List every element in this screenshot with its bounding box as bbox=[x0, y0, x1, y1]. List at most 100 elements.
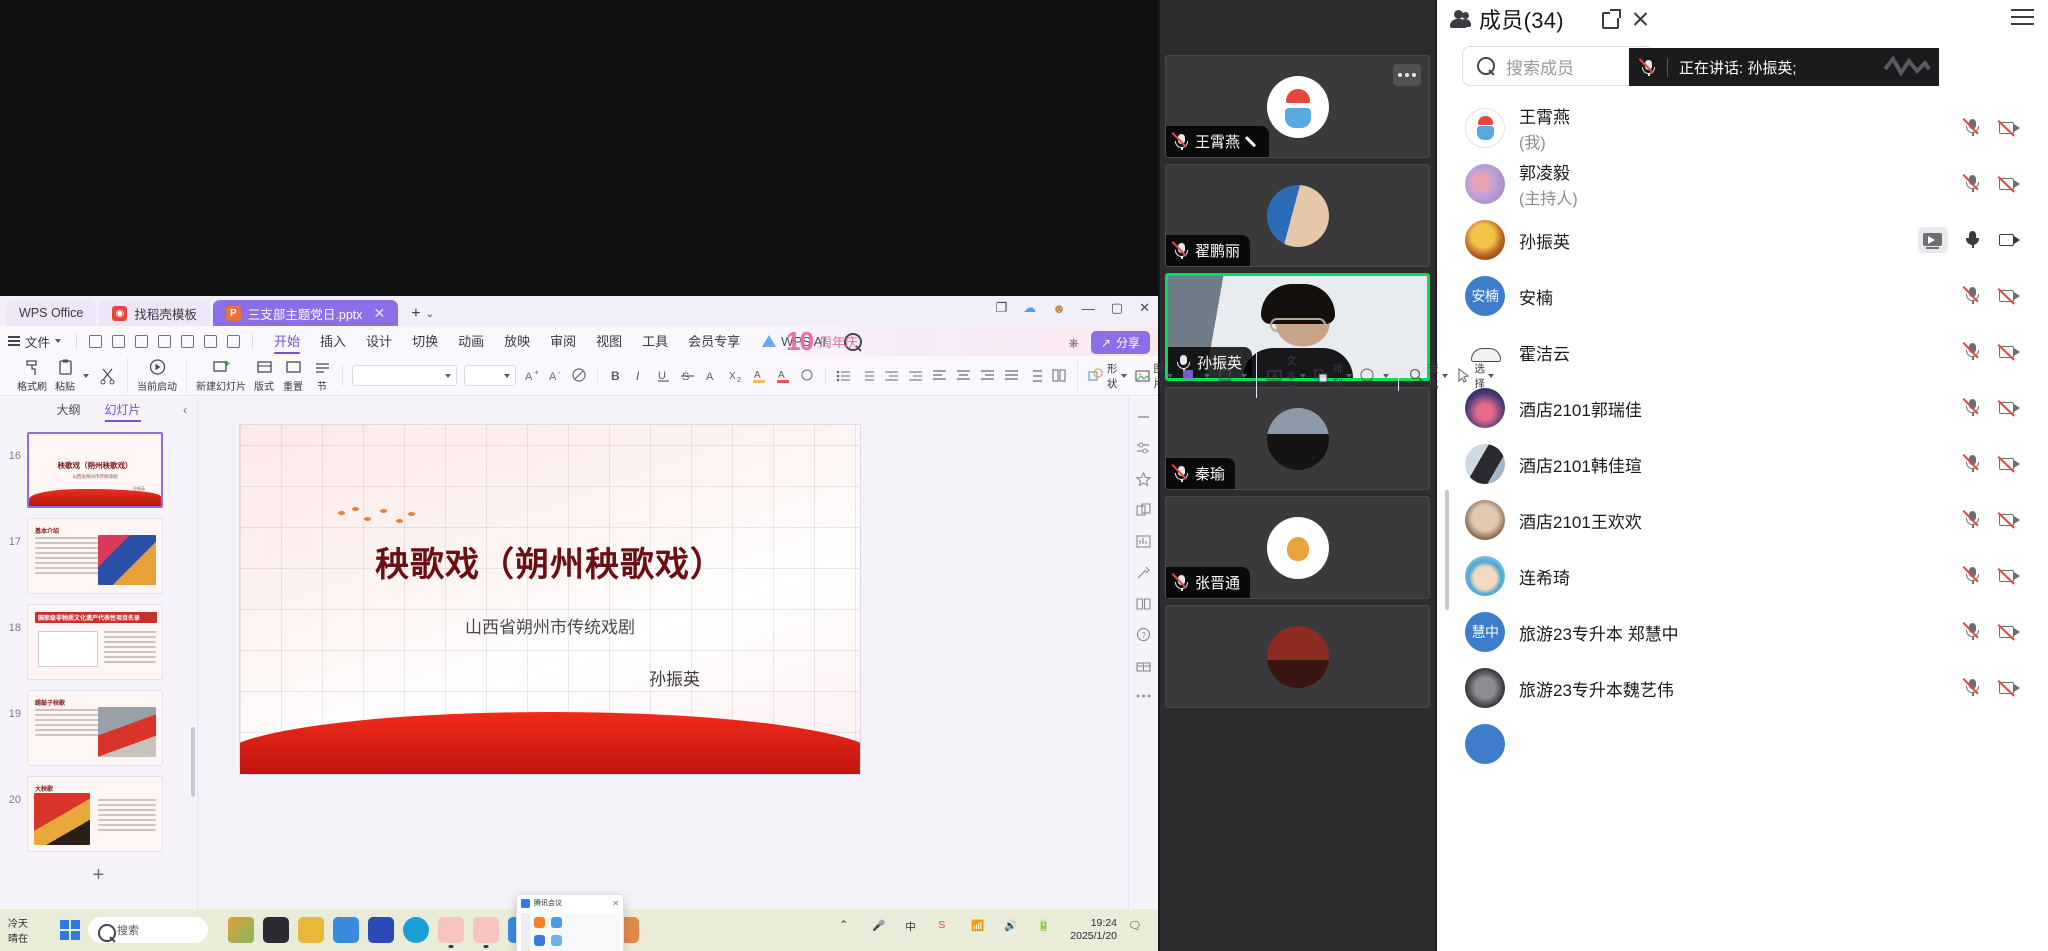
close-icon[interactable]: ✕ bbox=[612, 899, 619, 908]
taskview-icon[interactable] bbox=[263, 917, 289, 943]
tools-icon[interactable] bbox=[1135, 564, 1152, 581]
clear-format-icon[interactable] bbox=[571, 367, 588, 384]
cloud-save-icon[interactable] bbox=[109, 332, 128, 351]
numbered-list-icon[interactable] bbox=[859, 367, 876, 384]
bullet-list-icon[interactable] bbox=[835, 367, 852, 384]
close-icon[interactable]: ✕ bbox=[1139, 300, 1150, 316]
edit-name-icon[interactable] bbox=[1246, 135, 1259, 148]
popout-icon[interactable] bbox=[1600, 8, 1622, 30]
thumbnail-item[interactable]: 18 国家级非物质文化遗产代表性项目名录 bbox=[0, 599, 197, 685]
maximize-icon[interactable]: ▢ bbox=[1111, 300, 1123, 316]
wps-ribbon-toolbar[interactable]: 格式刷 粘贴 当前启动 新建幻灯片 版式 重置 节 A + A - B I U … bbox=[0, 353, 1494, 398]
wechat-icon[interactable] bbox=[438, 917, 464, 943]
tencent-meeting-mini-window[interactable]: 腾讯会议 ✕ bbox=[516, 894, 624, 951]
camera-off-icon[interactable] bbox=[1997, 622, 2020, 642]
share-button[interactable]: ↗ 分享 bbox=[1090, 331, 1150, 354]
reset-button[interactable]: 重置 bbox=[282, 358, 304, 393]
more-options-icon[interactable] bbox=[1393, 64, 1421, 86]
italic-icon[interactable]: I bbox=[631, 367, 648, 384]
weather-tree-icon[interactable] bbox=[228, 917, 254, 943]
thumbnail-tabs[interactable]: 大纲 幻灯片 ‹ bbox=[0, 397, 197, 423]
align-right-icon[interactable] bbox=[979, 367, 996, 384]
subscript-icon[interactable]: X2 bbox=[727, 367, 744, 384]
member-row[interactable]: 连希琦 bbox=[1437, 548, 2048, 604]
members-panel[interactable]: 成员(34) 搜索成员 正在讲话: 孙振英; 王霄燕 (我) 郭凌毅 (主持人)… bbox=[1437, 0, 2048, 951]
mic-muted-icon[interactable] bbox=[1962, 510, 1984, 530]
video-tile[interactable]: 张晋通 bbox=[1165, 496, 1430, 599]
canvas-right-rail[interactable]: ? bbox=[1128, 397, 1158, 925]
weather-widget[interactable]: 冷天 晴在 bbox=[8, 915, 52, 945]
redo-icon[interactable] bbox=[201, 332, 220, 351]
decrease-indent-icon[interactable] bbox=[883, 367, 900, 384]
print-icon[interactable] bbox=[132, 332, 151, 351]
format-painter-button[interactable]: 格式刷 bbox=[17, 358, 47, 393]
camera-off-icon[interactable] bbox=[1997, 566, 2020, 586]
duplicate-icon[interactable] bbox=[1135, 502, 1152, 519]
mic-muted-icon[interactable] bbox=[1962, 622, 1984, 642]
find-button[interactable]: 查找 bbox=[1408, 361, 1448, 391]
ribbon-tab-animation[interactable]: 动画 bbox=[458, 331, 484, 352]
video-filmstrip[interactable]: 王霄燕 翟鹏丽 孙振英 秦瑜 张晋通 bbox=[1160, 0, 1435, 951]
layout-button[interactable]: 版式 bbox=[253, 358, 275, 393]
star-icon[interactable] bbox=[1135, 471, 1152, 488]
mic-muted-icon[interactable] bbox=[1962, 454, 1984, 474]
minimize-rail-icon[interactable] bbox=[1135, 409, 1152, 426]
member-row[interactable]: 酒店2101韩佳瑄 bbox=[1437, 436, 2048, 492]
wps-office-window[interactable]: W WPS Office ◉ 找稻壳模板 P 三支部主题党日.pptx ✕ + … bbox=[0, 296, 1494, 951]
current-start-button[interactable]: 当前启动 bbox=[137, 358, 177, 393]
chevron-down-icon[interactable] bbox=[1204, 373, 1210, 378]
font-family-select[interactable] bbox=[352, 365, 457, 386]
ribbon-tab-design[interactable]: 设计 bbox=[366, 331, 392, 352]
member-row[interactable]: 王霄燕 (我) bbox=[1437, 100, 2048, 156]
thumbnail-item[interactable]: 17 基本介绍 bbox=[0, 513, 197, 599]
edge-icon[interactable] bbox=[403, 917, 429, 943]
fill-color-icon[interactable] bbox=[1180, 367, 1197, 384]
chevron-down-icon[interactable] bbox=[1241, 373, 1247, 378]
qq-icon[interactable] bbox=[473, 917, 499, 943]
camera-off-icon[interactable] bbox=[1997, 342, 2020, 362]
mic-muted-icon[interactable] bbox=[1962, 286, 1984, 306]
mail-icon[interactable] bbox=[368, 917, 394, 943]
print-preview-icon[interactable] bbox=[155, 332, 174, 351]
chevron-down-icon[interactable] bbox=[83, 373, 89, 378]
battery-icon[interactable]: 🔋 bbox=[1037, 919, 1059, 941]
video-tile[interactable] bbox=[1165, 605, 1430, 708]
columns-icon[interactable] bbox=[1051, 367, 1068, 384]
collapse-panel-icon[interactable]: ‹ bbox=[183, 403, 187, 417]
new-tab-button[interactable]: + ⌄ bbox=[401, 305, 442, 326]
sogou-icon[interactable]: S bbox=[938, 919, 960, 941]
wps-tab-templates[interactable]: ◉ 找稻壳模板 bbox=[99, 300, 210, 326]
member-row[interactable]: 郭凌毅 (主持人) bbox=[1437, 156, 2048, 212]
camera-off-icon[interactable] bbox=[1997, 118, 2020, 138]
mic-muted-icon[interactable] bbox=[1962, 678, 1984, 698]
underline-icon[interactable]: U bbox=[655, 367, 672, 384]
camera-off-icon[interactable] bbox=[1997, 398, 2020, 418]
slide-canvas[interactable]: 秧歌戏（朔州秧歌戏） 山西省朔州市传统戏剧 孙振英 ? bbox=[198, 397, 1158, 925]
start-button[interactable] bbox=[60, 920, 80, 940]
paste-button[interactable]: 粘贴 bbox=[54, 358, 76, 393]
volume-icon[interactable]: 🔊 bbox=[1004, 919, 1026, 941]
settings-sliders-icon[interactable] bbox=[1135, 440, 1152, 457]
member-row[interactable] bbox=[1437, 716, 2048, 772]
select-button[interactable]: 选择 bbox=[1455, 361, 1494, 391]
search-input[interactable]: 搜索成员 bbox=[1462, 46, 1654, 86]
camera-off-icon[interactable] bbox=[1997, 174, 2020, 194]
close-icon[interactable] bbox=[1630, 8, 1652, 30]
camera-off-icon[interactable] bbox=[1997, 286, 2020, 306]
wps-tab-home[interactable]: W WPS Office bbox=[0, 300, 97, 607]
thumbnail-list[interactable]: 16 秧歌戏（朔州秧歌戏） 山西省朔州市传统戏剧 孙振英 17 基本介绍 18 … bbox=[0, 423, 197, 925]
member-row[interactable]: 孙振英 bbox=[1437, 212, 2048, 268]
ribbon-tabs[interactable]: 开始 插入 设计 切换 动画 放映 审阅 视图 工具 会员专享 bbox=[274, 331, 740, 354]
share-screen-icon[interactable] bbox=[551, 935, 563, 946]
thumbnail-item[interactable]: 20 大秧歌 bbox=[0, 771, 197, 857]
slide-title[interactable]: 秧歌戏（朔州秧歌戏） bbox=[240, 537, 860, 586]
taskbar-tray[interactable]: ⌃ 🎤 中 S 📶 🔊 🔋 19:24 2025/1/20 🗨 bbox=[839, 917, 1150, 943]
text-effects-icon[interactable] bbox=[799, 367, 816, 384]
tab-outline[interactable]: 大纲 bbox=[56, 401, 80, 420]
mic-muted-icon[interactable] bbox=[1962, 398, 1984, 418]
close-tab-icon[interactable]: ✕ bbox=[374, 305, 386, 322]
add-slide-button[interactable]: + bbox=[0, 857, 197, 893]
align-left-icon[interactable] bbox=[931, 367, 948, 384]
share-screen-icon[interactable] bbox=[1918, 227, 1948, 253]
arrange-button[interactable]: 排列 bbox=[1313, 361, 1352, 391]
